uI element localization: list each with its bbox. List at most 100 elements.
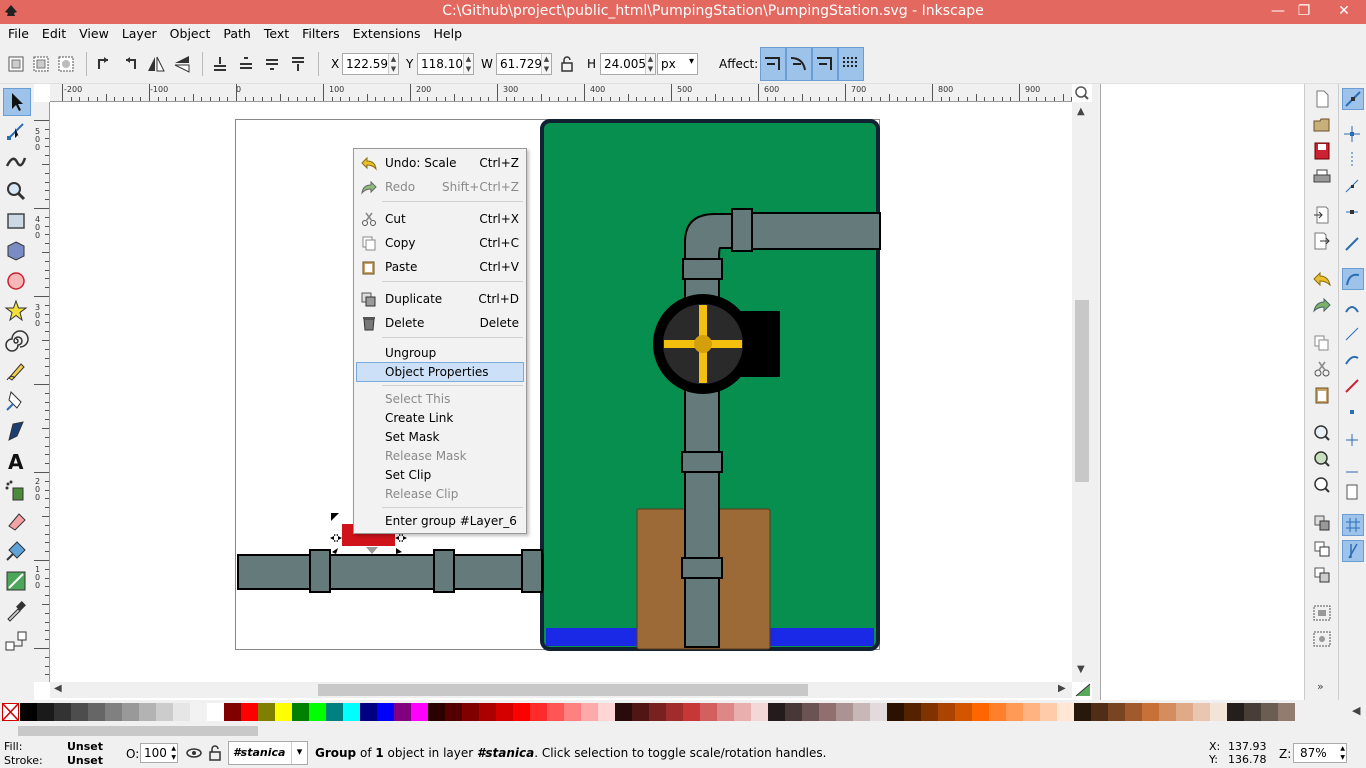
- flip-vertical-icon[interactable]: [172, 54, 192, 74]
- menu-item-object-properties[interactable]: Object Properties: [356, 362, 524, 382]
- color-swatch[interactable]: [326, 703, 343, 721]
- snap-bbox-corner-button[interactable]: [1342, 176, 1364, 198]
- color-swatch[interactable]: [938, 703, 955, 721]
- node-tool[interactable]: [3, 118, 31, 146]
- palette-menu-icon[interactable]: ◀: [1352, 704, 1360, 717]
- color-swatch[interactable]: [1057, 703, 1074, 721]
- open-folder-icon[interactable]: [1312, 116, 1332, 134]
- color-swatch[interactable]: [156, 703, 173, 721]
- color-swatch[interactable]: [564, 703, 581, 721]
- color-swatch[interactable]: [836, 703, 853, 721]
- snap-midpoint-button[interactable]: [1342, 202, 1364, 224]
- color-swatch[interactable]: [802, 703, 819, 721]
- color-swatch[interactable]: [1176, 703, 1193, 721]
- pen-tool[interactable]: [3, 388, 31, 416]
- gradient-tool[interactable]: [3, 568, 31, 596]
- vertical-scroll-thumb[interactable]: [1075, 300, 1089, 482]
- 3d-box-tool[interactable]: [3, 238, 31, 266]
- menu-item-release-clip[interactable]: Release Clip: [356, 484, 524, 504]
- rotate-cw-icon[interactable]: [120, 54, 140, 74]
- color-swatch[interactable]: [445, 703, 462, 721]
- color-swatch[interactable]: [428, 703, 445, 721]
- affect-patterns-button[interactable]: [838, 47, 864, 81]
- color-swatch[interactable]: [1193, 703, 1210, 721]
- snap-text-baseline-button[interactable]: [1342, 456, 1364, 478]
- zoom-drawing-icon[interactable]: [1312, 450, 1332, 468]
- pipe-coupling[interactable]: [521, 549, 543, 593]
- color-swatch[interactable]: [1091, 703, 1108, 721]
- snap-grid-button[interactable]: [1342, 514, 1364, 536]
- color-swatch[interactable]: [258, 703, 275, 721]
- stroke-value[interactable]: Unset: [67, 754, 103, 767]
- import-icon[interactable]: [1312, 206, 1332, 224]
- calligraphy-tool[interactable]: [3, 418, 31, 446]
- undo-icon[interactable]: [1312, 270, 1332, 288]
- color-swatch[interactable]: [360, 703, 377, 721]
- zoom-input[interactable]: 87% ▲ ▼: [1293, 743, 1347, 763]
- menu-item-paste[interactable]: Paste Ctrl+V: [356, 257, 524, 277]
- snap-line-midpoint-button[interactable]: [1342, 376, 1364, 398]
- color-swatch[interactable]: [717, 703, 734, 721]
- save-icon[interactable]: [1312, 142, 1332, 160]
- paste-icon[interactable]: [1312, 386, 1332, 404]
- color-swatch[interactable]: [649, 703, 666, 721]
- vertical-ruler[interactable]: 5 0 0 4 0 0 3 0 0 2 0 0 1 0 0: [34, 102, 50, 682]
- horizontal-ruler[interactable]: -200 -100 0 100 200 300 400 500 600 700 …: [50, 84, 1073, 102]
- h-input[interactable]: 24.005 ▲ ▼: [600, 53, 656, 75]
- lower-to-bottom-icon[interactable]: [210, 54, 230, 74]
- snap-bbox-button[interactable]: [1342, 124, 1364, 146]
- layer-visibility-icon[interactable]: [185, 745, 203, 761]
- horizontal-scrollbar[interactable]: ◀ ▶: [50, 682, 1091, 698]
- menu-item-release-mask[interactable]: Release Mask: [356, 446, 524, 466]
- color-swatch[interactable]: [1006, 703, 1023, 721]
- color-swatch[interactable]: [513, 703, 530, 721]
- color-swatch[interactable]: [343, 703, 360, 721]
- minimize-button[interactable]: —: [1264, 0, 1292, 24]
- snap-smooth-button[interactable]: [1342, 350, 1364, 372]
- menu-item-create-link[interactable]: Create Link: [356, 408, 524, 428]
- top-horizontal-pipe[interactable]: [749, 212, 881, 250]
- opacity-input[interactable]: 100 ▲ ▼: [140, 743, 178, 763]
- menu-extensions[interactable]: Extensions: [353, 24, 421, 41]
- group-icon[interactable]: [1312, 604, 1332, 622]
- tweak-tool[interactable]: [3, 148, 31, 176]
- y-input[interactable]: 118.105 ▲ ▼: [417, 53, 474, 75]
- color-swatch[interactable]: [972, 703, 989, 721]
- color-swatch[interactable]: [173, 703, 190, 721]
- raise-to-top-icon[interactable]: [288, 54, 308, 74]
- color-swatch[interactable]: [700, 703, 717, 721]
- cut-icon[interactable]: [1312, 360, 1332, 378]
- pipe-coupling[interactable]: [681, 557, 723, 579]
- rectangle-tool[interactable]: [3, 208, 31, 236]
- menu-help[interactable]: Help: [434, 24, 463, 41]
- export-icon[interactable]: [1312, 232, 1332, 250]
- dropper-tool[interactable]: [3, 598, 31, 626]
- affect-corners-button[interactable]: [786, 47, 812, 81]
- affect-stroke-width-button[interactable]: [760, 47, 786, 81]
- spray-tool[interactable]: [3, 478, 31, 506]
- color-swatch[interactable]: [224, 703, 241, 721]
- color-swatch[interactable]: [1040, 703, 1057, 721]
- color-swatch[interactable]: [71, 703, 88, 721]
- zoom-page-icon[interactable]: [1312, 476, 1332, 494]
- menu-item-cut[interactable]: Cut Ctrl+X: [356, 209, 524, 229]
- menu-item-set-clip[interactable]: Set Clip: [356, 465, 524, 485]
- color-swatch[interactable]: [1108, 703, 1125, 721]
- selector-tool[interactable]: [3, 88, 31, 116]
- color-swatch[interactable]: [768, 703, 785, 721]
- redo-icon[interactable]: [1312, 296, 1332, 314]
- eraser-tool[interactable]: [3, 508, 31, 536]
- fill-value[interactable]: Unset: [67, 740, 103, 753]
- connector-tool[interactable]: [3, 628, 31, 656]
- menu-item-duplicate[interactable]: Duplicate Ctrl+D: [356, 289, 524, 309]
- more-commands-icon[interactable]: »: [1317, 680, 1324, 693]
- menu-item-undo[interactable]: Undo: Scale Ctrl+Z: [356, 153, 524, 173]
- color-swatch[interactable]: [1074, 703, 1091, 721]
- menu-file[interactable]: File: [8, 24, 29, 41]
- snap-paths-button[interactable]: [1342, 268, 1364, 290]
- color-swatch[interactable]: [785, 703, 802, 721]
- color-swatch[interactable]: [190, 703, 207, 721]
- scroll-left-icon[interactable]: ◀: [54, 683, 62, 694]
- pencil-tool[interactable]: [3, 358, 31, 386]
- horizontal-scroll-thumb[interactable]: [318, 684, 808, 696]
